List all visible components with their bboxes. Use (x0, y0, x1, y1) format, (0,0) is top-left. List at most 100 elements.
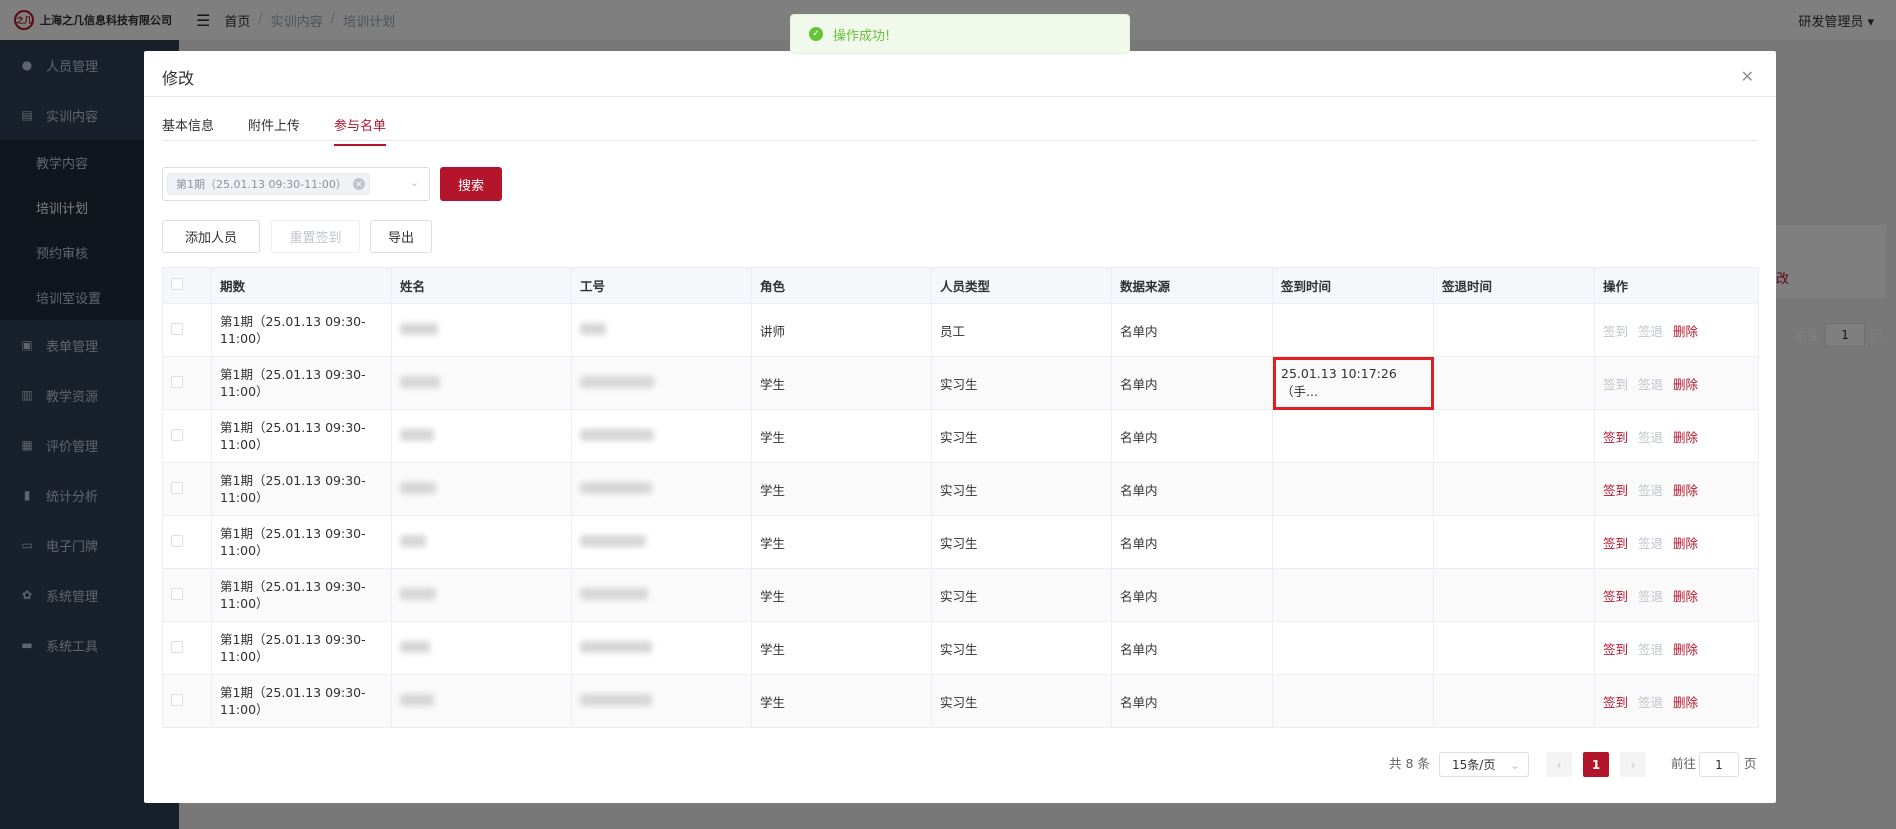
delete-action[interactable]: 删除 (1673, 480, 1698, 499)
checkout-action[interactable]: 签退 (1638, 427, 1663, 446)
cell-checkin: 25.01.13 10:17:26（手... (1272, 356, 1434, 410)
cell-period: 第1期（25.01.13 09:30-11:00） (211, 674, 392, 728)
checkout-action[interactable]: 签退 (1638, 639, 1663, 658)
cell-type: 员工 (931, 303, 1112, 357)
cell-actions: 签到 签退 删除 (1594, 409, 1759, 463)
row-checkbox[interactable] (162, 674, 212, 728)
cell-type: 实习生 (931, 409, 1112, 463)
col-role: 角色 (751, 267, 932, 304)
cell-name-redacted (391, 356, 572, 410)
checkout-action[interactable]: 签退 (1638, 586, 1663, 605)
cell-role: 学生 (751, 356, 932, 410)
add-person-button[interactable]: 添加人员 (162, 220, 260, 253)
cell-type: 实习生 (931, 674, 1112, 728)
tab-basic-info[interactable]: 基本信息 (162, 115, 214, 146)
col-checkout: 签退时间 (1433, 267, 1595, 304)
table-row: 第1期（25.01.13 09:30-11:00） 学生 实习生 名单内 签到 … (162, 568, 1759, 622)
checkin-action[interactable]: 签到 (1603, 427, 1628, 446)
checkin-action[interactable]: 签到 (1603, 692, 1628, 711)
checkin-action[interactable]: 签到 (1603, 321, 1628, 340)
close-icon[interactable]: ✕ (1741, 67, 1754, 86)
cell-name-redacted (391, 621, 572, 675)
row-checkbox[interactable] (162, 409, 212, 463)
row-checkbox[interactable] (162, 303, 212, 357)
cell-name-redacted (391, 409, 572, 463)
delete-action[interactable]: 删除 (1673, 692, 1698, 711)
cell-role: 学生 (751, 515, 932, 569)
cell-actions: 签到 签退 删除 (1594, 356, 1759, 410)
checkin-action[interactable]: 签到 (1603, 480, 1628, 499)
pagination-total: 共 8 条 (1389, 756, 1430, 771)
cell-type: 实习生 (931, 462, 1112, 516)
row-checkbox[interactable] (162, 568, 212, 622)
checkin-action[interactable]: 签到 (1603, 533, 1628, 552)
checkin-action[interactable]: 签到 (1603, 586, 1628, 605)
reset-checkin-button[interactable]: 重置签到 (271, 220, 360, 253)
cell-role: 学生 (751, 409, 932, 463)
col-actions: 操作 (1594, 267, 1759, 304)
col-checkin: 签到时间 (1272, 267, 1434, 304)
cell-name-redacted (391, 462, 572, 516)
tab-participants[interactable]: 参与名单 (334, 115, 387, 146)
cell-type: 实习生 (931, 568, 1112, 622)
cell-id-redacted (571, 462, 752, 516)
delete-action[interactable]: 删除 (1673, 321, 1698, 340)
cell-period: 第1期（25.01.13 09:30-11:00） (211, 462, 392, 516)
cell-checkout (1433, 462, 1595, 516)
checkin-action[interactable]: 签到 (1603, 374, 1628, 393)
col-period: 期数 (211, 267, 392, 304)
search-button[interactable]: 搜索 (440, 167, 502, 201)
checkout-action[interactable]: 签退 (1638, 533, 1663, 552)
cell-checkin (1272, 515, 1434, 569)
page-unit-label: 页 (1744, 756, 1757, 771)
delete-action[interactable]: 删除 (1673, 586, 1698, 605)
row-checkbox[interactable] (162, 515, 212, 569)
success-icon: ✓ (809, 27, 823, 41)
goto-page-input[interactable]: 1 (1699, 752, 1739, 777)
next-page-button[interactable]: › (1620, 752, 1646, 777)
delete-action[interactable]: 删除 (1673, 639, 1698, 658)
cell-period: 第1期（25.01.13 09:30-11:00） (211, 356, 392, 410)
delete-action[interactable]: 删除 (1673, 533, 1698, 552)
checkout-action[interactable]: 签退 (1638, 692, 1663, 711)
cell-period: 第1期（25.01.13 09:30-11:00） (211, 303, 392, 357)
cell-role: 讲师 (751, 303, 932, 357)
tag-close-icon[interactable]: ✕ (352, 178, 365, 190)
prev-page-button[interactable]: ‹ (1546, 752, 1572, 777)
checkout-action[interactable]: 签退 (1638, 374, 1663, 393)
cell-id-redacted (571, 515, 752, 569)
cell-source: 名单内 (1111, 621, 1273, 675)
row-checkbox[interactable] (162, 621, 212, 675)
cell-checkout (1433, 515, 1595, 569)
checkout-action[interactable]: 签退 (1638, 480, 1663, 499)
table-row: 第1期（25.01.13 09:30-11:00） 学生 实习生 名单内 签到 … (162, 621, 1759, 675)
row-checkbox[interactable] (162, 462, 212, 516)
cell-actions: 签到 签退 删除 (1594, 462, 1759, 516)
checkin-action[interactable]: 签到 (1603, 639, 1628, 658)
cell-role: 学生 (751, 674, 932, 728)
col-name: 姓名 (391, 267, 572, 304)
cell-role: 学生 (751, 621, 932, 675)
cell-id-redacted (571, 674, 752, 728)
cell-source: 名单内 (1111, 303, 1273, 357)
cell-period: 第1期（25.01.13 09:30-11:00） (211, 409, 392, 463)
goto-label: 前往 (1671, 756, 1697, 771)
row-checkbox[interactable] (162, 356, 212, 410)
table-row: 第1期（25.01.13 09:30-11:00） 学生 实习生 名单内 签到 … (162, 409, 1759, 463)
checkout-action[interactable]: 签退 (1638, 321, 1663, 340)
delete-action[interactable]: 删除 (1673, 427, 1698, 446)
tab-attachments[interactable]: 附件上传 (248, 115, 300, 146)
select-all-checkbox[interactable] (162, 267, 212, 304)
period-select[interactable]: 第1期（25.01.13 09:30-11:00） ✕ ⌄ (162, 167, 430, 201)
delete-action[interactable]: 删除 (1673, 374, 1698, 393)
cell-name-redacted (391, 303, 572, 357)
cell-source: 名单内 (1111, 515, 1273, 569)
cell-source: 名单内 (1111, 356, 1273, 410)
cell-checkout (1433, 674, 1595, 728)
table-row: 第1期（25.01.13 09:30-11:00） 学生 实习生 名单内 签到 … (162, 674, 1759, 728)
cell-id-redacted (571, 303, 752, 357)
page-1-button[interactable]: 1 (1583, 752, 1609, 777)
page-size-select[interactable]: 15条/页 ⌄ (1439, 752, 1529, 777)
table-row: 第1期（25.01.13 09:30-11:00） 学生 实习生 名单内 签到 … (162, 515, 1759, 569)
export-button[interactable]: 导出 (370, 220, 432, 253)
